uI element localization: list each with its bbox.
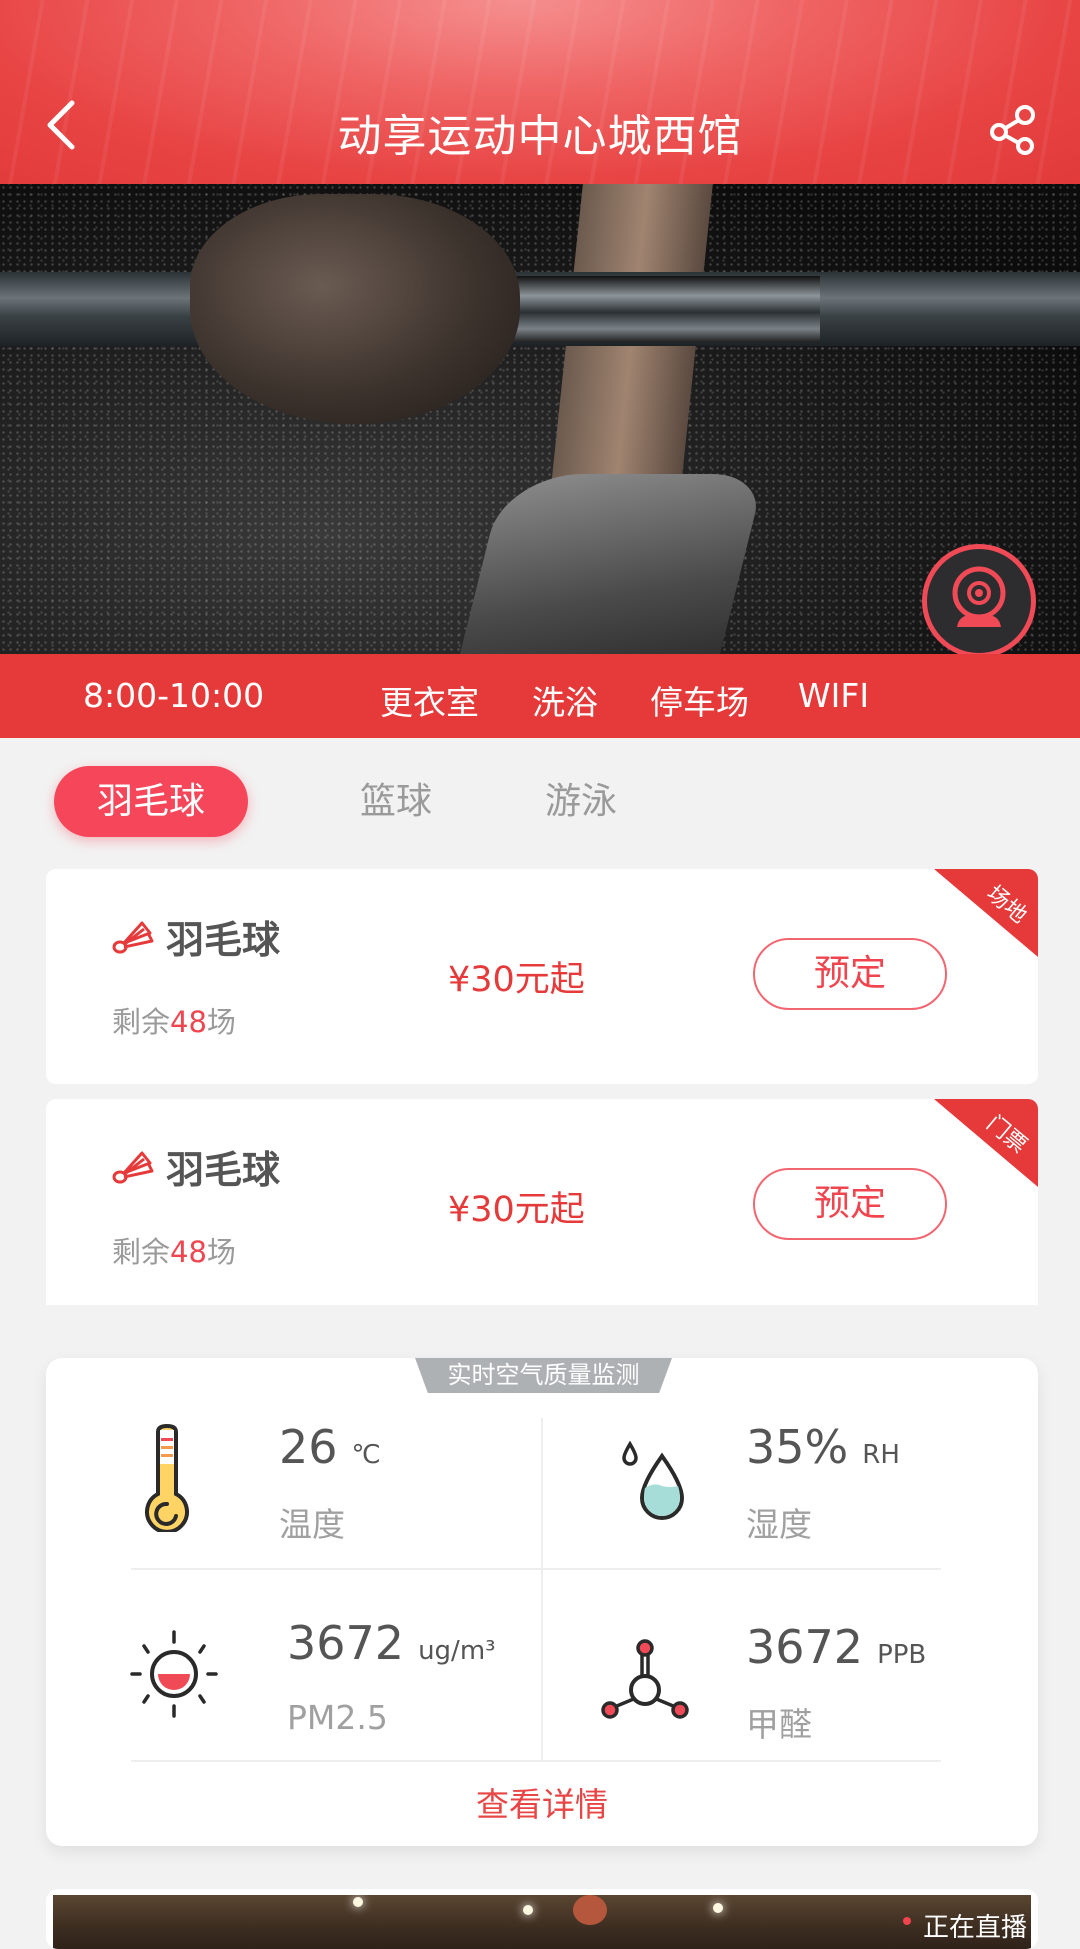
thermometer-icon xyxy=(145,1424,189,1532)
share-button[interactable] xyxy=(985,102,1041,158)
temperature-value: 26 ℃ xyxy=(279,1420,381,1474)
temperature-label: 温度 xyxy=(279,1505,345,1544)
price-label: ¥30元起 xyxy=(448,960,585,1000)
live-camera-button[interactable] xyxy=(922,544,1036,654)
molecule-icon xyxy=(601,1639,689,1719)
remaining-number: 48 xyxy=(170,1005,207,1039)
hero-fist xyxy=(190,194,520,424)
shuttlecock-icon xyxy=(112,921,154,954)
remaining-suffix: 场 xyxy=(206,1235,236,1269)
water-drop-icon xyxy=(622,1440,685,1520)
tab-swimming[interactable]: 游泳 xyxy=(525,766,637,837)
price-label: ¥30元起 xyxy=(448,1190,585,1230)
air-quality-card: 实时空气质量监测 26 ℃ 温度 35% RH 湿度 3672 ug/m³ PM2.5 xyxy=(46,1358,1038,1846)
sport-name: 羽毛球 xyxy=(166,1148,281,1192)
remaining-number: 48 xyxy=(170,1235,207,1269)
value-unit: RH xyxy=(862,1440,900,1470)
horizontal-divider xyxy=(131,1760,941,1762)
tab-basketball[interactable]: 篮球 xyxy=(340,766,452,837)
page-title: 动享运动中心城西馆 xyxy=(337,111,743,162)
share-icon xyxy=(990,105,1035,155)
value-unit: ℃ xyxy=(351,1440,381,1470)
hero-barbell-sleeve xyxy=(490,276,820,342)
arena-light xyxy=(713,1903,723,1913)
live-label: 正在直播 xyxy=(923,1913,1028,1943)
arena-light xyxy=(353,1897,363,1907)
horizontal-divider xyxy=(131,1568,941,1570)
venue-card: 羽毛球 剩余48场 ¥30元起 预定 场地 xyxy=(46,869,1038,1084)
value-unit: ug/m³ xyxy=(418,1636,496,1666)
facility-shower: 洗浴 xyxy=(532,683,598,722)
remaining-count: 剩余48场 xyxy=(112,999,236,1041)
value-number: 3672 xyxy=(746,1620,864,1674)
live-stream-card[interactable]: 正在直播 xyxy=(46,1889,1038,1949)
value-unit: PPB xyxy=(877,1640,927,1670)
remaining-prefix: 剩余 xyxy=(112,1005,171,1039)
webcam-icon xyxy=(952,566,1006,627)
humidity-value: 35% RH xyxy=(746,1420,900,1474)
sport-tabs: 羽毛球 篮球 游泳 xyxy=(0,740,1080,860)
remaining-suffix: 场 xyxy=(206,1005,236,1039)
air-quality-title: 实时空气质量监测 xyxy=(415,1358,672,1393)
venue-hero-image xyxy=(0,184,1080,654)
humidity-label: 湿度 xyxy=(746,1505,812,1544)
value-number: 35% xyxy=(746,1420,849,1474)
value-number: 3672 xyxy=(287,1616,405,1670)
pm25-sun-icon xyxy=(130,1630,218,1718)
corner-ribbon: 场地 xyxy=(934,869,1038,957)
book-button[interactable]: 预定 xyxy=(753,938,947,1010)
book-button[interactable]: 预定 xyxy=(753,1168,947,1240)
app-header: 动享运动中心城西馆 xyxy=(0,0,1080,184)
live-stream-thumbnail: 正在直播 xyxy=(53,1895,1031,1949)
remaining-count: 剩余48场 xyxy=(112,1229,236,1271)
facility-locker-room: 更衣室 xyxy=(380,683,479,722)
venue-card: 羽毛球 剩余48场 ¥30元起 预定 门票 xyxy=(46,1099,1038,1305)
shuttlecock-icon xyxy=(112,1151,154,1184)
venue-info-bar: 8:00-10:00 更衣室 洗浴 停车场 WIFI xyxy=(0,654,1080,738)
remaining-prefix: 剩余 xyxy=(112,1235,171,1269)
formaldehyde-label: 甲醛 xyxy=(746,1705,812,1744)
view-details-link[interactable]: 查看详情 xyxy=(46,1778,1038,1826)
vertical-divider xyxy=(541,1418,543,1760)
value-number: 26 xyxy=(279,1420,338,1474)
sport-name: 羽毛球 xyxy=(166,918,281,962)
basketball xyxy=(573,1895,607,1925)
pm25-label: PM2.5 xyxy=(287,1698,388,1737)
tab-badminton[interactable]: 羽毛球 xyxy=(54,766,248,837)
facility-wifi: WIFI xyxy=(798,676,870,715)
corner-ribbon: 门票 xyxy=(934,1099,1038,1187)
arena-light xyxy=(523,1905,533,1915)
opening-hours: 8:00-10:00 xyxy=(83,676,265,715)
facility-parking: 停车场 xyxy=(650,683,749,722)
pm25-value: 3672 ug/m³ xyxy=(287,1616,496,1670)
live-indicator-dot xyxy=(903,1917,911,1925)
formaldehyde-value: 3672 PPB xyxy=(746,1620,926,1674)
